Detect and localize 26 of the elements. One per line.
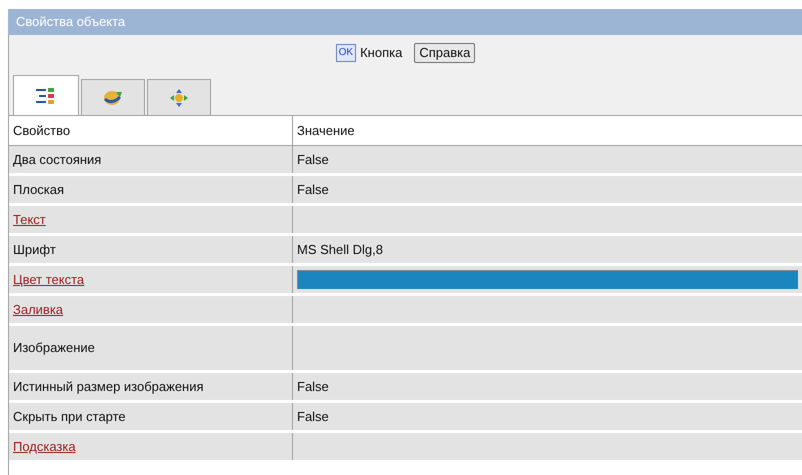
property-link[interactable]: Цвет текста <box>9 266 293 293</box>
property-name: Скрыть при старте <box>9 403 293 430</box>
property-value: MS Shell Dlg,8 <box>297 240 383 259</box>
column-header: Свойство <box>9 116 293 145</box>
property-link[interactable]: Текст <box>9 206 293 233</box>
property-value: False <box>297 180 329 199</box>
move-arrows-icon <box>168 88 190 108</box>
tab[interactable] <box>81 79 145 115</box>
property-link[interactable]: Заливка <box>9 296 293 323</box>
tab[interactable] <box>13 75 79 115</box>
property-value: False <box>297 150 329 169</box>
property-value: False <box>297 378 329 396</box>
property-link[interactable]: Подсказка <box>9 433 293 460</box>
property-name: Два состояния <box>9 146 293 173</box>
ok-icon: OK <box>336 44 356 62</box>
property-name: Шрифт <box>9 236 293 263</box>
column-header: Значение <box>296 122 356 140</box>
control-label: Кнопка <box>360 44 402 62</box>
property-name: Истинный размер изображения <box>9 373 293 400</box>
property-name: Плоская <box>9 176 293 203</box>
list-icon <box>35 86 57 104</box>
property-name: Изображение <box>9 326 293 370</box>
color-swatch[interactable] <box>297 270 798 289</box>
window-title: Свойства объекта <box>16 13 126 32</box>
property-value: False <box>297 408 329 426</box>
help-button[interactable]: Справка <box>414 43 476 63</box>
